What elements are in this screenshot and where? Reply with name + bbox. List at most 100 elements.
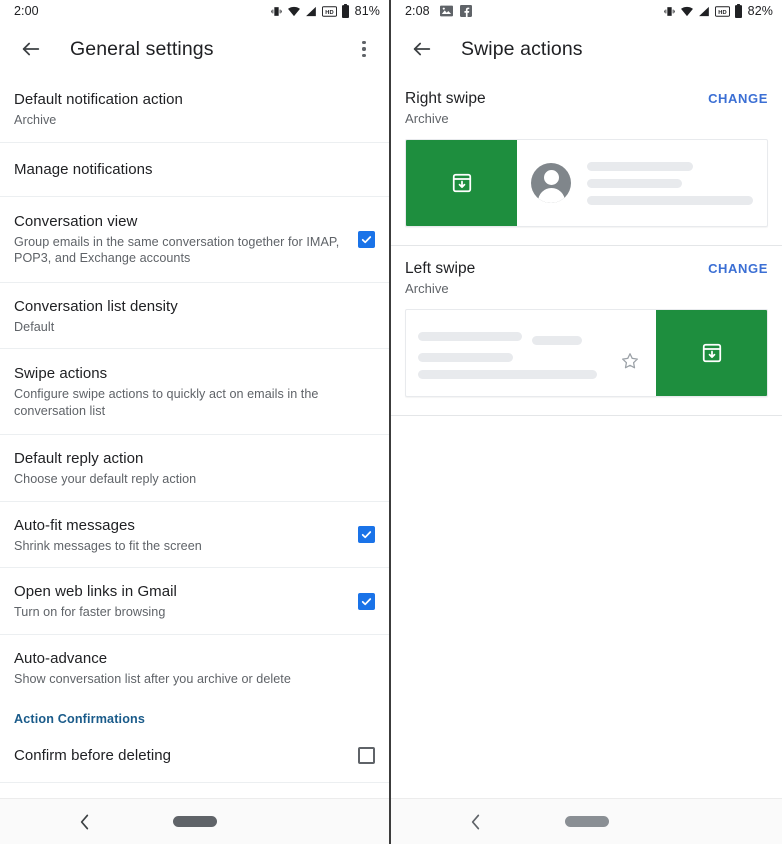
checkbox-wrap xyxy=(354,230,375,248)
setting-title: Manage notifications xyxy=(14,160,153,178)
left-phone-screen: 2:00 HD 81% General settings Default not… xyxy=(0,0,391,844)
checkbox-conversation-view[interactable] xyxy=(358,230,375,248)
page-title: General settings xyxy=(70,37,214,60)
swipe-actions-body: Right swipe CHANGE Archive Left swipe CH… xyxy=(391,76,782,798)
placeholder-row-top xyxy=(418,328,644,345)
right-phone-screen: 2:08 HD 82% Swipe actions Right swipe CH… xyxy=(391,0,782,844)
dual-screenshot-container: 2:00 HD 81% General settings Default not… xyxy=(0,0,782,844)
setting-row-default-reply-action[interactable]: Default reply action Choose your default… xyxy=(0,435,389,502)
hd-icon: HD xyxy=(714,5,730,17)
swipe-right-header: Right swipe CHANGE xyxy=(405,90,768,108)
swipe-left-value: Archive xyxy=(405,281,449,296)
placeholder-line xyxy=(587,161,694,171)
star-icon xyxy=(620,351,640,376)
placeholder-line xyxy=(418,369,597,379)
avatar xyxy=(531,163,571,203)
setting-title: Confirm before deleting xyxy=(14,747,172,764)
status-time: 2:00 xyxy=(14,4,39,18)
right-system-nav-bar xyxy=(391,798,782,844)
checkbox-open-web-links[interactable] xyxy=(358,592,375,610)
placeholder-line xyxy=(587,178,682,188)
nav-back-icon[interactable] xyxy=(469,813,482,830)
setting-subtitle: Group emails in the same conversation to… xyxy=(14,234,340,266)
facebook-icon xyxy=(459,5,472,17)
left-app-bar: General settings xyxy=(0,22,389,76)
section-header-action-confirmations: Action Confirmations xyxy=(14,712,146,726)
back-arrow-icon[interactable] xyxy=(14,32,48,66)
placeholder-row-bottom xyxy=(418,369,644,379)
screenshot-icon xyxy=(439,5,453,17)
setting-title: Conversation list density xyxy=(14,297,178,315)
setting-row-conversation-list-density[interactable]: Conversation list density Default xyxy=(0,283,389,349)
signal-icon xyxy=(698,6,709,16)
overflow-menu-icon[interactable] xyxy=(347,29,381,69)
battery-percent: 82% xyxy=(747,4,773,18)
checkbox-wrap xyxy=(354,592,375,610)
status-notification-icons xyxy=(439,5,472,17)
setting-title: Auto-fit messages xyxy=(14,516,135,534)
battery-icon xyxy=(341,4,349,18)
setting-subtitle: Turn on for faster browsing xyxy=(14,605,166,619)
setting-subtitle: Choose your default reply action xyxy=(14,472,197,486)
checkbox-wrap xyxy=(354,747,375,764)
setting-title: Default reply action xyxy=(14,450,144,467)
setting-title: Default notification action xyxy=(14,91,183,108)
placeholder-line xyxy=(587,195,753,205)
swipe-left-header: Left swipe CHANGE xyxy=(405,260,768,278)
setting-row-auto-fit-messages[interactable]: Auto-fit messages Shrink messages to fit… xyxy=(0,502,389,568)
status-time: 2:08 xyxy=(405,4,430,18)
hd-icon: HD xyxy=(321,5,337,17)
swipe-left-title: Left swipe xyxy=(405,260,476,277)
page-title: Swipe actions xyxy=(461,37,583,60)
setting-subtitle: Configure swipe actions to quickly act o… xyxy=(14,387,319,418)
swipe-section-left: Left swipe CHANGE Archive xyxy=(391,246,782,416)
right-swipe-action-pane xyxy=(406,140,517,226)
right-status-bar: 2:08 HD 82% xyxy=(391,0,782,22)
status-right-icons: HD 81% xyxy=(270,4,380,18)
wifi-icon xyxy=(680,6,693,16)
setting-row-manage-notifications[interactable]: Manage notifications xyxy=(0,143,389,197)
setting-subtitle: Show conversation list after you archive… xyxy=(14,671,291,686)
setting-row-open-web-links[interactable]: Open web links in Gmail Turn on for fast… xyxy=(0,568,389,635)
general-settings-list: Default notification action Archive Mana… xyxy=(0,76,389,798)
left-swipe-mail-row xyxy=(406,310,656,396)
back-arrow-icon[interactable] xyxy=(405,32,439,66)
change-left-swipe-button[interactable]: CHANGE xyxy=(708,261,768,276)
right-swipe-mail-row xyxy=(517,140,767,226)
nav-back-icon[interactable] xyxy=(78,813,91,830)
vibrate-icon xyxy=(270,6,282,16)
swipe-right-value: Archive xyxy=(405,111,449,126)
nav-home-pill[interactable] xyxy=(564,816,609,827)
setting-subtitle: Default xyxy=(14,319,55,334)
nav-home-pill[interactable] xyxy=(172,816,217,827)
change-right-swipe-button[interactable]: CHANGE xyxy=(708,91,768,106)
right-swipe-preview xyxy=(405,139,768,227)
left-swipe-preview xyxy=(405,309,768,397)
swipe-right-title: Right swipe xyxy=(405,90,486,107)
placeholder-line xyxy=(418,331,522,341)
left-system-nav-bar xyxy=(0,798,389,844)
archive-icon xyxy=(452,173,471,193)
checkbox-auto-fit-messages[interactable] xyxy=(358,526,375,544)
setting-row-confirm-before-deleting[interactable]: Confirm before deleting xyxy=(0,729,389,783)
swipe-section-right: Right swipe CHANGE Archive xyxy=(391,76,782,246)
setting-title: Conversation view xyxy=(14,212,138,230)
wifi-icon xyxy=(287,6,300,16)
status-right-icons: HD 82% xyxy=(663,4,773,18)
setting-row-auto-advance[interactable]: Auto-advance Show conversation list afte… xyxy=(0,635,389,701)
placeholder-line xyxy=(531,335,582,345)
archive-icon xyxy=(702,343,721,363)
signal-icon xyxy=(305,6,316,16)
setting-subtitle: Shrink messages to fit the screen xyxy=(14,538,202,553)
battery-icon xyxy=(734,4,742,18)
checkbox-confirm-before-deleting[interactable] xyxy=(358,747,375,764)
left-status-bar: 2:00 HD 81% xyxy=(0,0,389,22)
setting-row-default-notification-action[interactable]: Default notification action Archive xyxy=(0,76,389,143)
placeholder-row-mid xyxy=(418,352,644,362)
checkbox-wrap xyxy=(354,526,375,544)
setting-row-swipe-actions[interactable]: Swipe actions Configure swipe actions to… xyxy=(0,349,389,435)
setting-title: Swipe actions xyxy=(14,365,108,382)
setting-row-conversation-view[interactable]: Conversation view Group emails in the sa… xyxy=(0,197,389,283)
left-swipe-action-pane xyxy=(656,310,767,396)
setting-subtitle: Archive xyxy=(14,113,57,127)
